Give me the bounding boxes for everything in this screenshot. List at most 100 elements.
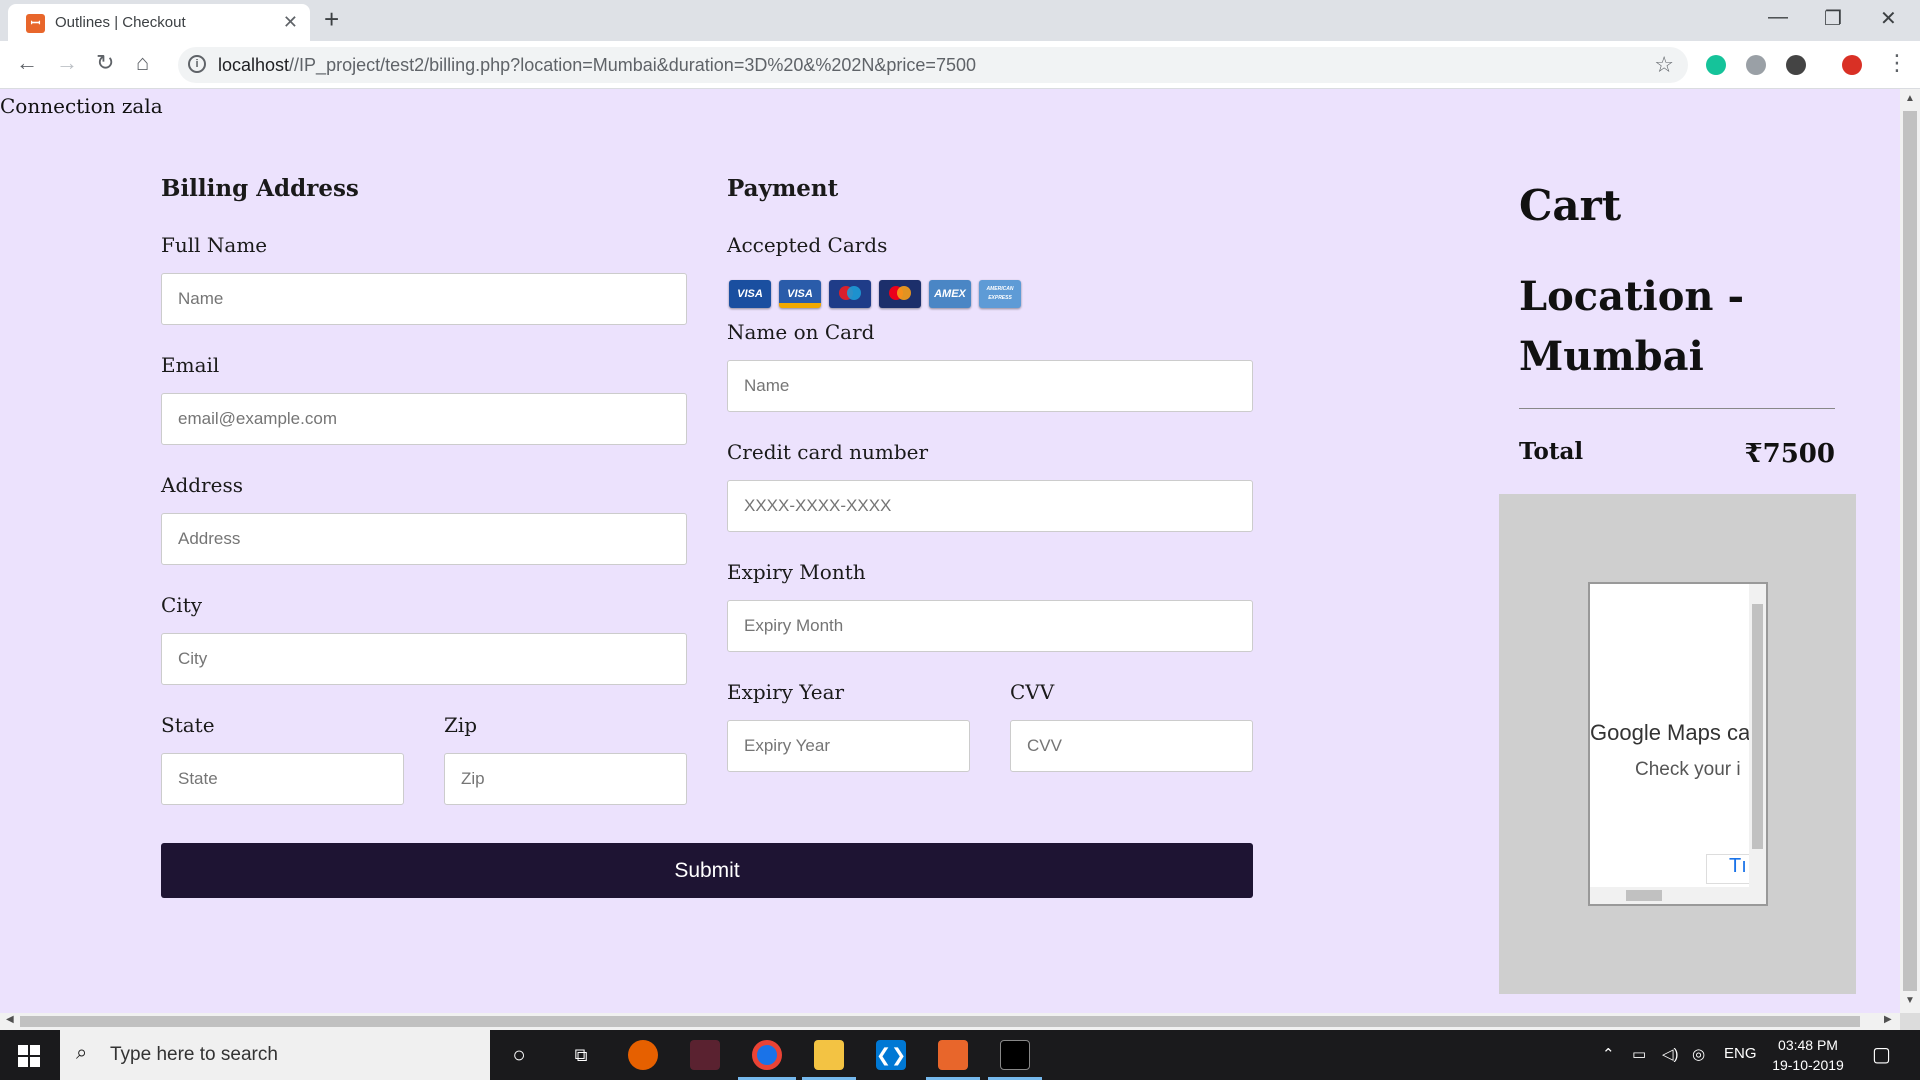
network-icon[interactable]: ◎ (1692, 1045, 1705, 1063)
expiry-year-input[interactable] (727, 720, 970, 772)
windows-taskbar: ⌕ Type here to search ○ ⧉ ❮❯ ⌃ ▭ ◁) ◎ EN… (0, 1030, 1920, 1080)
taskbar-search-placeholder: Type here to search (110, 1044, 278, 1065)
taskbar-search-box[interactable]: ⌕ Type here to search (60, 1030, 490, 1080)
name-on-card-input[interactable] (727, 360, 1253, 412)
card-number-label: Credit card number (727, 440, 929, 464)
address-input[interactable] (161, 513, 687, 565)
zip-input[interactable] (444, 753, 687, 805)
visa-electron-icon: VISA (729, 280, 771, 308)
expiry-month-input[interactable] (727, 600, 1253, 652)
expiry-year-label: Expiry Year (727, 680, 845, 704)
page-content: Connection zala Billing Address Full Nam… (0, 89, 1900, 1013)
profile-avatar[interactable] (1842, 55, 1862, 75)
browser-tab[interactable]: ꟷ Outlines | Checkout ✕ (8, 4, 310, 41)
file-explorer-icon[interactable] (814, 1040, 844, 1070)
extension-icon[interactable] (1786, 55, 1806, 75)
firefox-icon[interactable] (628, 1040, 658, 1070)
card-number-input[interactable] (727, 480, 1253, 532)
map-error-subtitle: Check your i (1635, 759, 1741, 780)
language-indicator[interactable]: ENG (1724, 1045, 1757, 1062)
battery-icon[interactable]: ▭ (1632, 1045, 1646, 1063)
city-input[interactable] (161, 633, 687, 685)
reload-icon[interactable]: ↻ (96, 50, 114, 76)
close-window-icon[interactable]: ✕ (1880, 6, 1897, 31)
xampp-icon[interactable] (938, 1040, 968, 1070)
cortana-icon[interactable]: ○ (504, 1040, 534, 1070)
scrollbar-corner (1900, 1013, 1920, 1030)
volume-icon[interactable]: ◁) (1662, 1045, 1679, 1063)
game-app-icon[interactable] (690, 1040, 720, 1070)
extension-icon[interactable] (1746, 55, 1766, 75)
map-action-button[interactable]: Tı (1706, 854, 1750, 884)
email-input[interactable] (161, 393, 687, 445)
map-vertical-scrollbar[interactable] (1749, 584, 1766, 889)
page-horizontal-scrollbar[interactable]: ◀ ▶ (0, 1013, 1900, 1030)
scrollbar-thumb[interactable] (20, 1016, 1860, 1027)
city-label: City (161, 593, 203, 617)
taskbar-clock[interactable]: 03:48 PM 19-10-2019 (1762, 1035, 1854, 1075)
menu-kebab-icon[interactable]: ⋮ (1886, 50, 1908, 76)
forward-icon[interactable]: → (56, 50, 78, 76)
scrollbar-thumb[interactable] (1903, 111, 1917, 991)
mastercard-icon (879, 280, 921, 308)
cart-title: Cart (1519, 181, 1622, 230)
maestro-icon (829, 280, 871, 308)
payment-heading: Payment (727, 175, 839, 202)
clock-time: 03:48 PM (1778, 1037, 1838, 1053)
chrome-icon[interactable] (752, 1040, 782, 1070)
expiry-month-label: Expiry Month (727, 560, 866, 584)
tab-title: Outlines | Checkout (55, 14, 186, 31)
new-tab-icon[interactable]: + (324, 4, 339, 35)
cart-location: Location - Mumbai (1519, 273, 1745, 380)
scroll-down-icon[interactable]: ▼ (1905, 995, 1915, 1006)
action-center-icon[interactable]: ▢ (1872, 1042, 1891, 1067)
map-embed[interactable]: Google Maps ca Check your i Tı (1588, 582, 1768, 906)
page-vertical-scrollbar[interactable]: ▲ ▼ (1900, 89, 1920, 1013)
cvv-label: CVV (1010, 680, 1055, 704)
full-name-input[interactable] (161, 273, 687, 325)
scroll-up-icon[interactable]: ▲ (1905, 93, 1915, 104)
zip-label: Zip (444, 713, 478, 737)
site-info-icon[interactable]: i (188, 55, 206, 73)
cvv-input[interactable] (1010, 720, 1253, 772)
minimize-icon[interactable]: — (1768, 6, 1788, 29)
xampp-icon: ꟷ (26, 14, 45, 33)
visa-icon: VISA (779, 280, 821, 308)
windows-start-icon[interactable] (18, 1045, 40, 1067)
back-icon[interactable]: ← (16, 50, 38, 76)
map-error-title: Google Maps ca (1590, 720, 1751, 745)
url-text[interactable]: localhost//IP_project/test2/billing.php?… (218, 55, 976, 76)
close-tab-icon[interactable]: ✕ (283, 12, 298, 33)
vscode-icon[interactable]: ❮❯ (876, 1040, 906, 1070)
scroll-right-icon[interactable]: ▶ (1884, 1014, 1892, 1025)
name-on-card-label: Name on Card (727, 320, 875, 344)
browser-tab-bar: ꟷ Outlines | Checkout ✕ + — ❐ ✕ (0, 0, 1920, 41)
address-label: Address (161, 473, 243, 497)
total-label: Total (1519, 438, 1584, 465)
american-express-icon: AMERICAN EXPRESS (979, 280, 1021, 308)
grammarly-extension-icon[interactable] (1706, 55, 1726, 75)
home-icon[interactable]: ⌂ (136, 50, 149, 76)
map-container: Google Maps ca Check your i Tı (1499, 494, 1856, 994)
accepted-cards-label: Accepted Cards (727, 233, 888, 257)
browser-toolbar: ← → ↻ ⌂ i localhost//IP_project/test2/bi… (0, 41, 1920, 89)
map-horizontal-scrollbar[interactable] (1590, 887, 1766, 904)
billing-heading: Billing Address (161, 175, 359, 202)
task-view-icon[interactable]: ⧉ (566, 1040, 596, 1070)
show-hidden-icons-icon[interactable]: ⌃ (1602, 1045, 1615, 1063)
bookmark-star-icon[interactable]: ☆ (1654, 52, 1674, 78)
restore-icon[interactable]: ❐ (1824, 6, 1842, 31)
submit-button[interactable]: Submit (161, 843, 1253, 898)
address-bar[interactable]: i localhost//IP_project/test2/billing.ph… (178, 47, 1688, 83)
total-value: ₹7500 (1744, 439, 1835, 469)
divider (1519, 408, 1835, 409)
email-label: Email (161, 353, 220, 377)
scroll-left-icon[interactable]: ◀ (6, 1014, 14, 1025)
clock-date: 19-10-2019 (1772, 1057, 1844, 1073)
terminal-icon[interactable] (1000, 1040, 1030, 1070)
url-path: //IP_project/test2/billing.php?location=… (289, 55, 976, 75)
full-name-label: Full Name (161, 233, 268, 257)
connection-status-text: Connection zala (0, 94, 163, 118)
state-input[interactable] (161, 753, 404, 805)
amex-icon: AMEX (929, 280, 971, 308)
